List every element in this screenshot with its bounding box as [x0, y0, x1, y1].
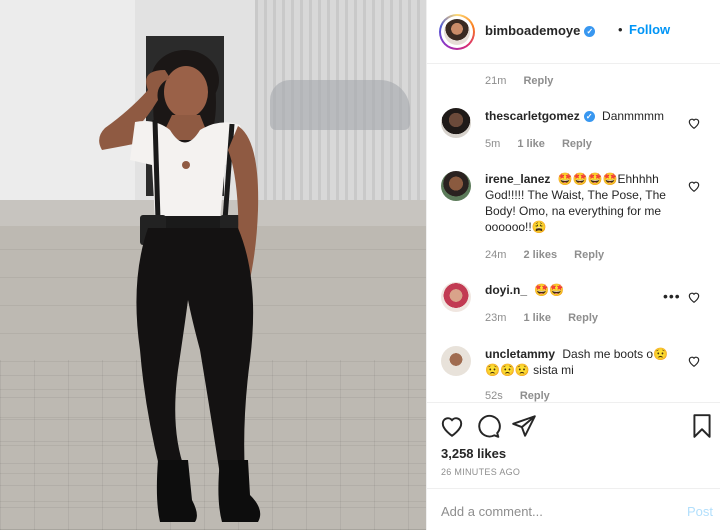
- bookmark-icon[interactable]: [689, 413, 715, 439]
- commenter-username[interactable]: doyi.n_: [485, 283, 527, 297]
- comment-likes[interactable]: 2 likes: [523, 249, 557, 261]
- comment-icon[interactable]: [475, 413, 501, 439]
- comment-like-icon[interactable]: [687, 179, 701, 193]
- comment-meta: 24m 2 likes Reply: [485, 249, 605, 261]
- commenter-username[interactable]: thescarletgomez ✓: [485, 109, 595, 123]
- commenter-username[interactable]: uncletammy: [485, 347, 555, 361]
- author-username[interactable]: bimboademoye ✓: [485, 23, 596, 38]
- post-header: bimboademoye ✓ • Follow: [427, 0, 720, 64]
- commenter-avatar[interactable]: [441, 108, 471, 138]
- reply-button[interactable]: Reply: [574, 249, 604, 261]
- comment-meta: 23m 1 like Reply: [485, 312, 599, 324]
- verified-badge-icon: ✓: [584, 26, 596, 37]
- comment-like-icon[interactable]: [687, 116, 701, 130]
- commenter-username[interactable]: irene_lanez: [485, 172, 550, 186]
- commenter-avatar[interactable]: [441, 282, 471, 312]
- reply-button[interactable]: Reply: [562, 138, 592, 150]
- post-side-panel: bimboademoye ✓ • Follow 21m Reply thescar…: [426, 0, 720, 530]
- header-separator: •: [618, 22, 623, 37]
- post-age: 26 MINUTES AGO: [441, 467, 521, 477]
- instagram-post-view: bimboademoye ✓ • Follow 21m Reply thescar…: [0, 0, 720, 530]
- post-photo[interactable]: [0, 0, 426, 530]
- comment-meta: 52s Reply: [485, 390, 550, 402]
- heart-icon[interactable]: [439, 413, 465, 439]
- comment-like-icon[interactable]: [687, 290, 701, 304]
- comment-meta: 5m 1 like Reply: [485, 138, 592, 150]
- comment-composer: Post: [427, 488, 720, 530]
- comments-list[interactable]: 21m Reply thescarletgomez ✓ Danmmmm 5m 1 …: [427, 64, 720, 402]
- comment-likes[interactable]: 1 like: [523, 312, 551, 324]
- more-options-icon[interactable]: •••: [663, 288, 681, 304]
- author-avatar[interactable]: [439, 14, 475, 50]
- reply-button[interactable]: Reply: [523, 75, 553, 87]
- verified-badge-icon: ✓: [583, 111, 595, 122]
- share-icon[interactable]: [511, 413, 537, 439]
- comment-text: 🤩🤩: [534, 283, 565, 297]
- reply-button[interactable]: Reply: [568, 312, 598, 324]
- likes-count[interactable]: 3,258 likes: [441, 446, 506, 461]
- comment-input[interactable]: [441, 501, 661, 521]
- commenter-avatar[interactable]: [441, 346, 471, 376]
- post-comment-button[interactable]: Post: [687, 504, 713, 519]
- follow-button[interactable]: Follow: [629, 22, 670, 37]
- commenter-avatar[interactable]: [441, 171, 471, 201]
- comment-text: Danmmmm: [602, 109, 665, 123]
- photo-person: [99, 50, 261, 522]
- reply-button[interactable]: Reply: [520, 390, 550, 402]
- comment-like-icon[interactable]: [687, 354, 701, 368]
- comment-likes[interactable]: 1 like: [517, 138, 545, 150]
- post-actions: 3,258 likes 26 MINUTES AGO: [427, 402, 720, 488]
- previous-comment-meta: 21m Reply: [485, 75, 554, 87]
